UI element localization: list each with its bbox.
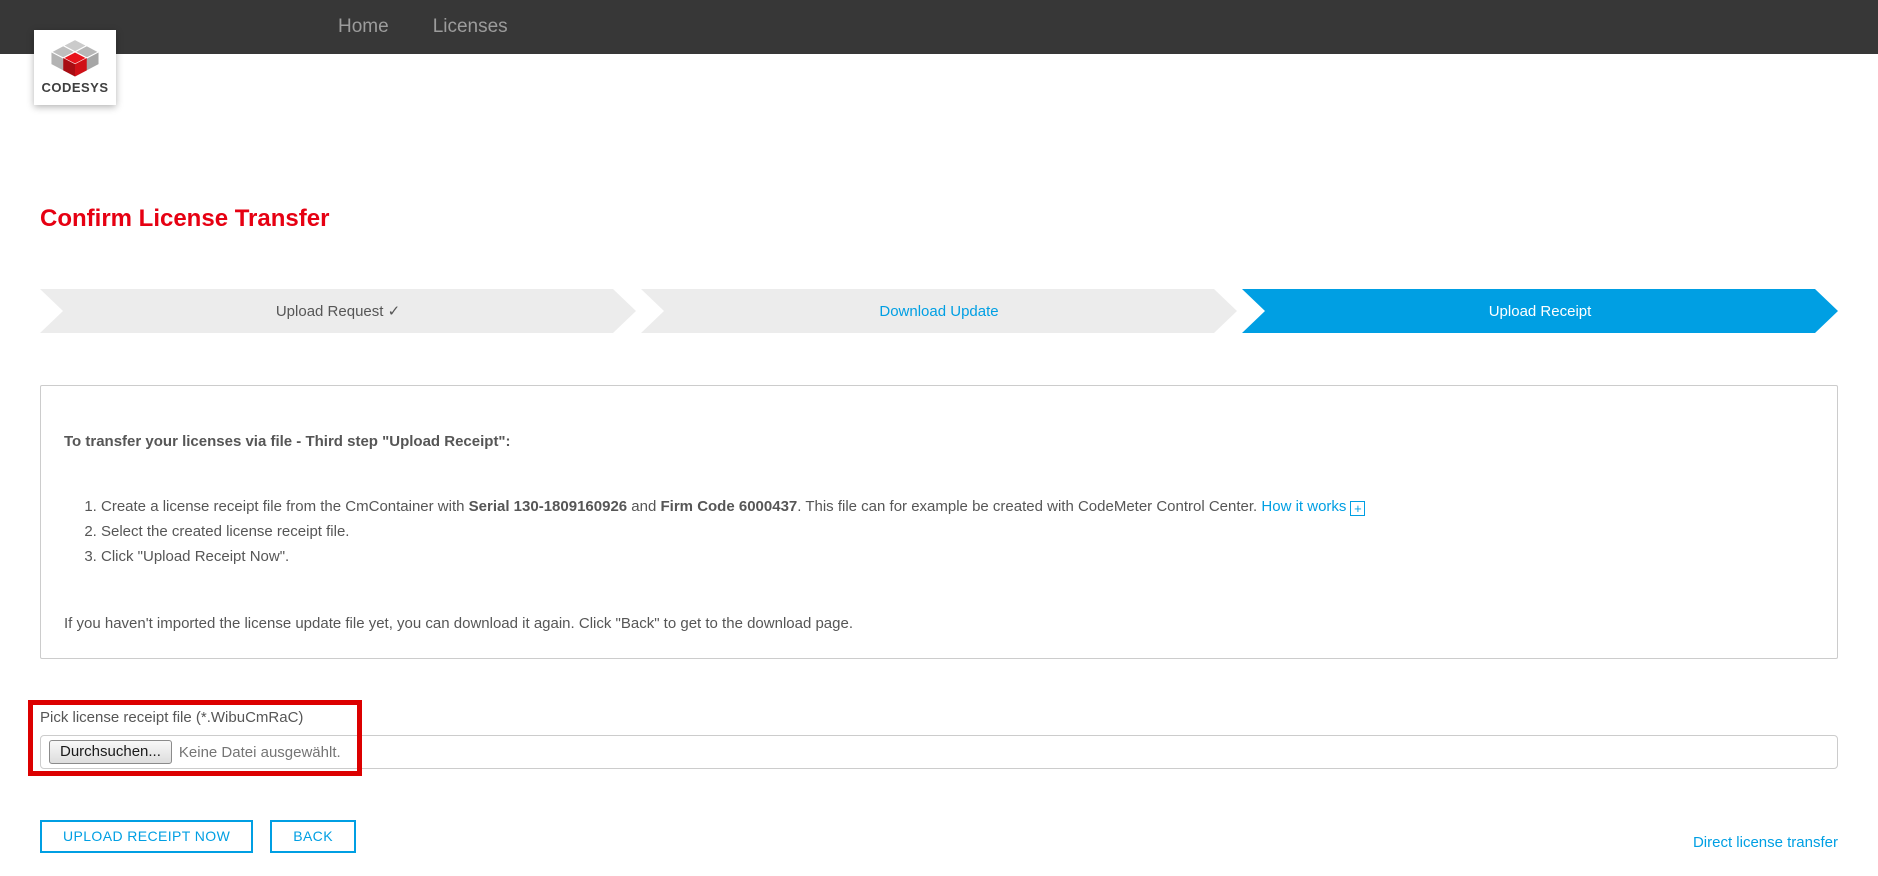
- step-upload-request-label: Upload Request ✓: [276, 302, 400, 320]
- step-download-update[interactable]: Download Update: [641, 289, 1237, 333]
- no-file-selected-text: Keine Datei ausgewählt.: [179, 744, 341, 761]
- instruction-step-3: Click "Upload Receipt Now".: [101, 546, 1814, 568]
- expand-plus-icon[interactable]: +: [1350, 501, 1365, 516]
- instruction-step-2: Select the created license receipt file.: [101, 521, 1814, 543]
- file-input[interactable]: Durchsuchen... Keine Datei ausgewählt.: [40, 735, 1838, 769]
- top-navigation-bar: Home Licenses CODESYS: [0, 0, 1878, 54]
- step1-text: Create a license receipt file from the C…: [101, 498, 469, 515]
- page-title: Confirm License Transfer: [40, 205, 1838, 233]
- codesys-cube-icon: [47, 35, 103, 81]
- file-picker-section: Pick license receipt file (*.WibuCmRaC) …: [40, 709, 1838, 769]
- instruction-step-1: Create a license receipt file from the C…: [101, 496, 1814, 518]
- logo-wordmark: CODESYS: [41, 80, 108, 95]
- codesys-logo[interactable]: CODESYS: [34, 30, 116, 105]
- firm-code: Firm Code 6000437: [661, 498, 798, 515]
- instructions-panel: To transfer your licenses via file - Thi…: [40, 385, 1838, 659]
- upload-receipt-now-button[interactable]: UPLOAD RECEIPT NOW: [40, 820, 253, 853]
- instructions-list: Create a license receipt file from the C…: [64, 496, 1814, 568]
- step-upload-request: Upload Request ✓: [40, 289, 636, 333]
- nav-home[interactable]: Home: [338, 16, 389, 38]
- instructions-intro: To transfer your licenses via file - Thi…: [64, 432, 1814, 452]
- how-it-works-link[interactable]: How it works: [1261, 498, 1346, 515]
- step1-text-mid: and: [627, 498, 660, 515]
- browse-button[interactable]: Durchsuchen...: [49, 740, 172, 764]
- action-bar: UPLOAD RECEIPT NOW BACK Direct license t…: [40, 820, 1838, 853]
- main-nav: Home Licenses: [338, 16, 508, 38]
- button-group: UPLOAD RECEIPT NOW BACK: [40, 820, 356, 853]
- direct-license-transfer-link[interactable]: Direct license transfer: [1693, 834, 1838, 853]
- step-upload-receipt: Upload Receipt: [1242, 289, 1838, 333]
- step-upload-receipt-label: Upload Receipt: [1489, 303, 1592, 320]
- instructions-footer: If you haven't imported the license upda…: [64, 614, 1814, 634]
- transfer-progress-steps: Upload Request ✓ Download Update Upload …: [40, 289, 1838, 333]
- nav-licenses[interactable]: Licenses: [433, 16, 508, 38]
- step-download-update-label: Download Update: [879, 303, 998, 320]
- step1-text-post: . This file can for example be created w…: [797, 498, 1261, 515]
- back-button[interactable]: BACK: [270, 820, 356, 853]
- file-picker-label: Pick license receipt file (*.WibuCmRaC): [40, 709, 1838, 726]
- serial-number: Serial 130-1809160926: [469, 498, 627, 515]
